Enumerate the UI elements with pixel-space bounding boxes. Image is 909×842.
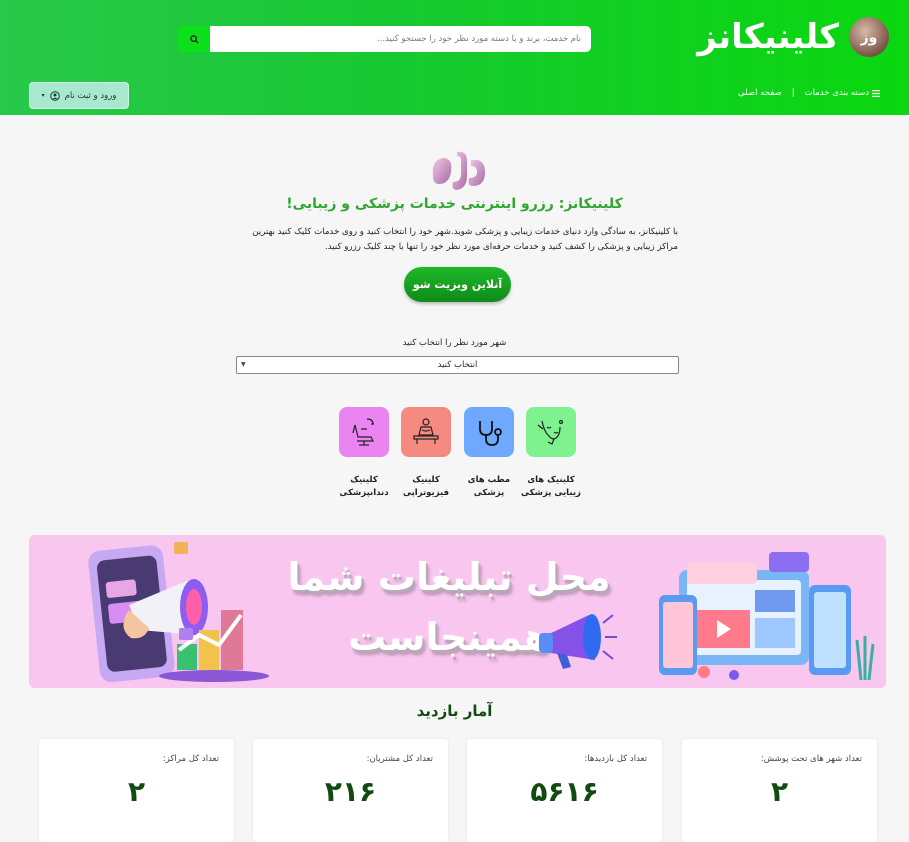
nav-categories[interactable]: دسته بندی خدمات	[805, 88, 880, 98]
category-beauty-clinic[interactable]: کلینیک های زیبایی پزشکی	[521, 407, 581, 500]
category-dental[interactable]: کلینیک دندانپزشکی	[334, 407, 394, 500]
search-input[interactable]	[210, 26, 591, 52]
stat-label: تعداد کل مشتریان:	[366, 754, 433, 764]
search-button[interactable]	[178, 26, 210, 52]
hero-title: کلینیکانز: رزرو اینترنتی خدمات پزشکی و ز…	[286, 196, 623, 212]
search-icon	[189, 34, 199, 44]
chevron-down-icon: ▾	[41, 92, 45, 99]
menu-icon	[872, 89, 880, 97]
stat-label: تعداد کل مراکز:	[162, 754, 219, 764]
user-icon	[49, 90, 60, 101]
stat-card-cities: تعداد شهر های تحت پوشش: ۲	[682, 739, 877, 842]
stat-card-customers: تعداد کل مشتریان: ۲۱۶	[253, 739, 448, 842]
megaphone-icon	[539, 614, 617, 669]
category-label: مطب های پزشکی	[467, 475, 511, 498]
nav-home-label: صفحه اصلی	[738, 88, 782, 98]
site-header: وز کلینیکانز دسته بندی خدمات | صفحه اصلی…	[0, 0, 909, 115]
stat-card-visits: تعداد کل بازدیدها: ۵۶۱۶	[467, 739, 662, 842]
main-nav: دسته بندی خدمات | صفحه اصلی	[738, 88, 880, 98]
nav-categories-label: دسته بندی خدمات	[804, 88, 869, 98]
physiotherapy-icon	[401, 407, 451, 457]
city-select-value: انتخاب کنید	[437, 360, 478, 370]
banner-text-line1: محل تبلیغات شما	[287, 555, 611, 599]
city-select[interactable]: انتخاب کنید ▼	[236, 356, 679, 374]
svg-text:وز: وز	[860, 30, 878, 46]
ad-banner[interactable]: محل تبلیغات شما همینجاست	[29, 535, 886, 688]
chevron-down-icon: ▼	[241, 361, 246, 368]
stat-label: تعداد شهر های تحت پوشش:	[760, 754, 862, 764]
stat-label: تعداد کل بازدیدها:	[584, 754, 647, 764]
category-label: کلینیک های زیبایی پزشکی	[521, 475, 581, 498]
nav-home[interactable]: صفحه اصلی	[738, 88, 782, 98]
stat-value: ۲۱۶	[324, 775, 377, 808]
nav-divider: |	[791, 88, 795, 98]
clinicans-logo-icon	[432, 151, 485, 190]
online-visit-button[interactable]: آنلاین ویزیت شو	[404, 267, 511, 302]
stat-value: ۵۶۱۶	[530, 775, 599, 808]
stat-value: ۲	[770, 775, 789, 808]
category-physiotherapy[interactable]: کلینیک فیزیوتراپی	[396, 407, 456, 500]
beauty-face-icon	[526, 407, 576, 457]
category-label: کلینیک فیزیوتراپی	[402, 475, 450, 498]
brand-name: کلینیکانز	[697, 17, 839, 57]
stethoscope-icon	[464, 407, 514, 457]
stat-card-centers: تعداد کل مراکز: ۲	[39, 739, 234, 842]
brand[interactable]: وز کلینیکانز	[697, 17, 889, 57]
brand-logo-icon: وز	[849, 17, 889, 57]
hero-description: با کلینیکانز، به سادگی وارد دنیای خدمات …	[252, 227, 678, 252]
category-label: کلینیک دندانپزشکی	[339, 475, 389, 498]
login-label: ورود و ثبت نام	[64, 90, 117, 101]
hero-logo	[427, 146, 489, 196]
stats-title: آمار بازدید	[416, 702, 493, 720]
dental-chair-icon	[339, 407, 389, 457]
category-medical-office[interactable]: مطب های پزشکی	[459, 407, 519, 500]
stat-value: ۲	[127, 775, 146, 808]
login-button[interactable]: ورود و ثبت نام ▾	[29, 82, 129, 109]
search-bar	[178, 26, 591, 52]
devices-illustration	[659, 552, 875, 681]
city-select-label: شهر مورد نظر را انتخاب کنید	[402, 338, 507, 348]
